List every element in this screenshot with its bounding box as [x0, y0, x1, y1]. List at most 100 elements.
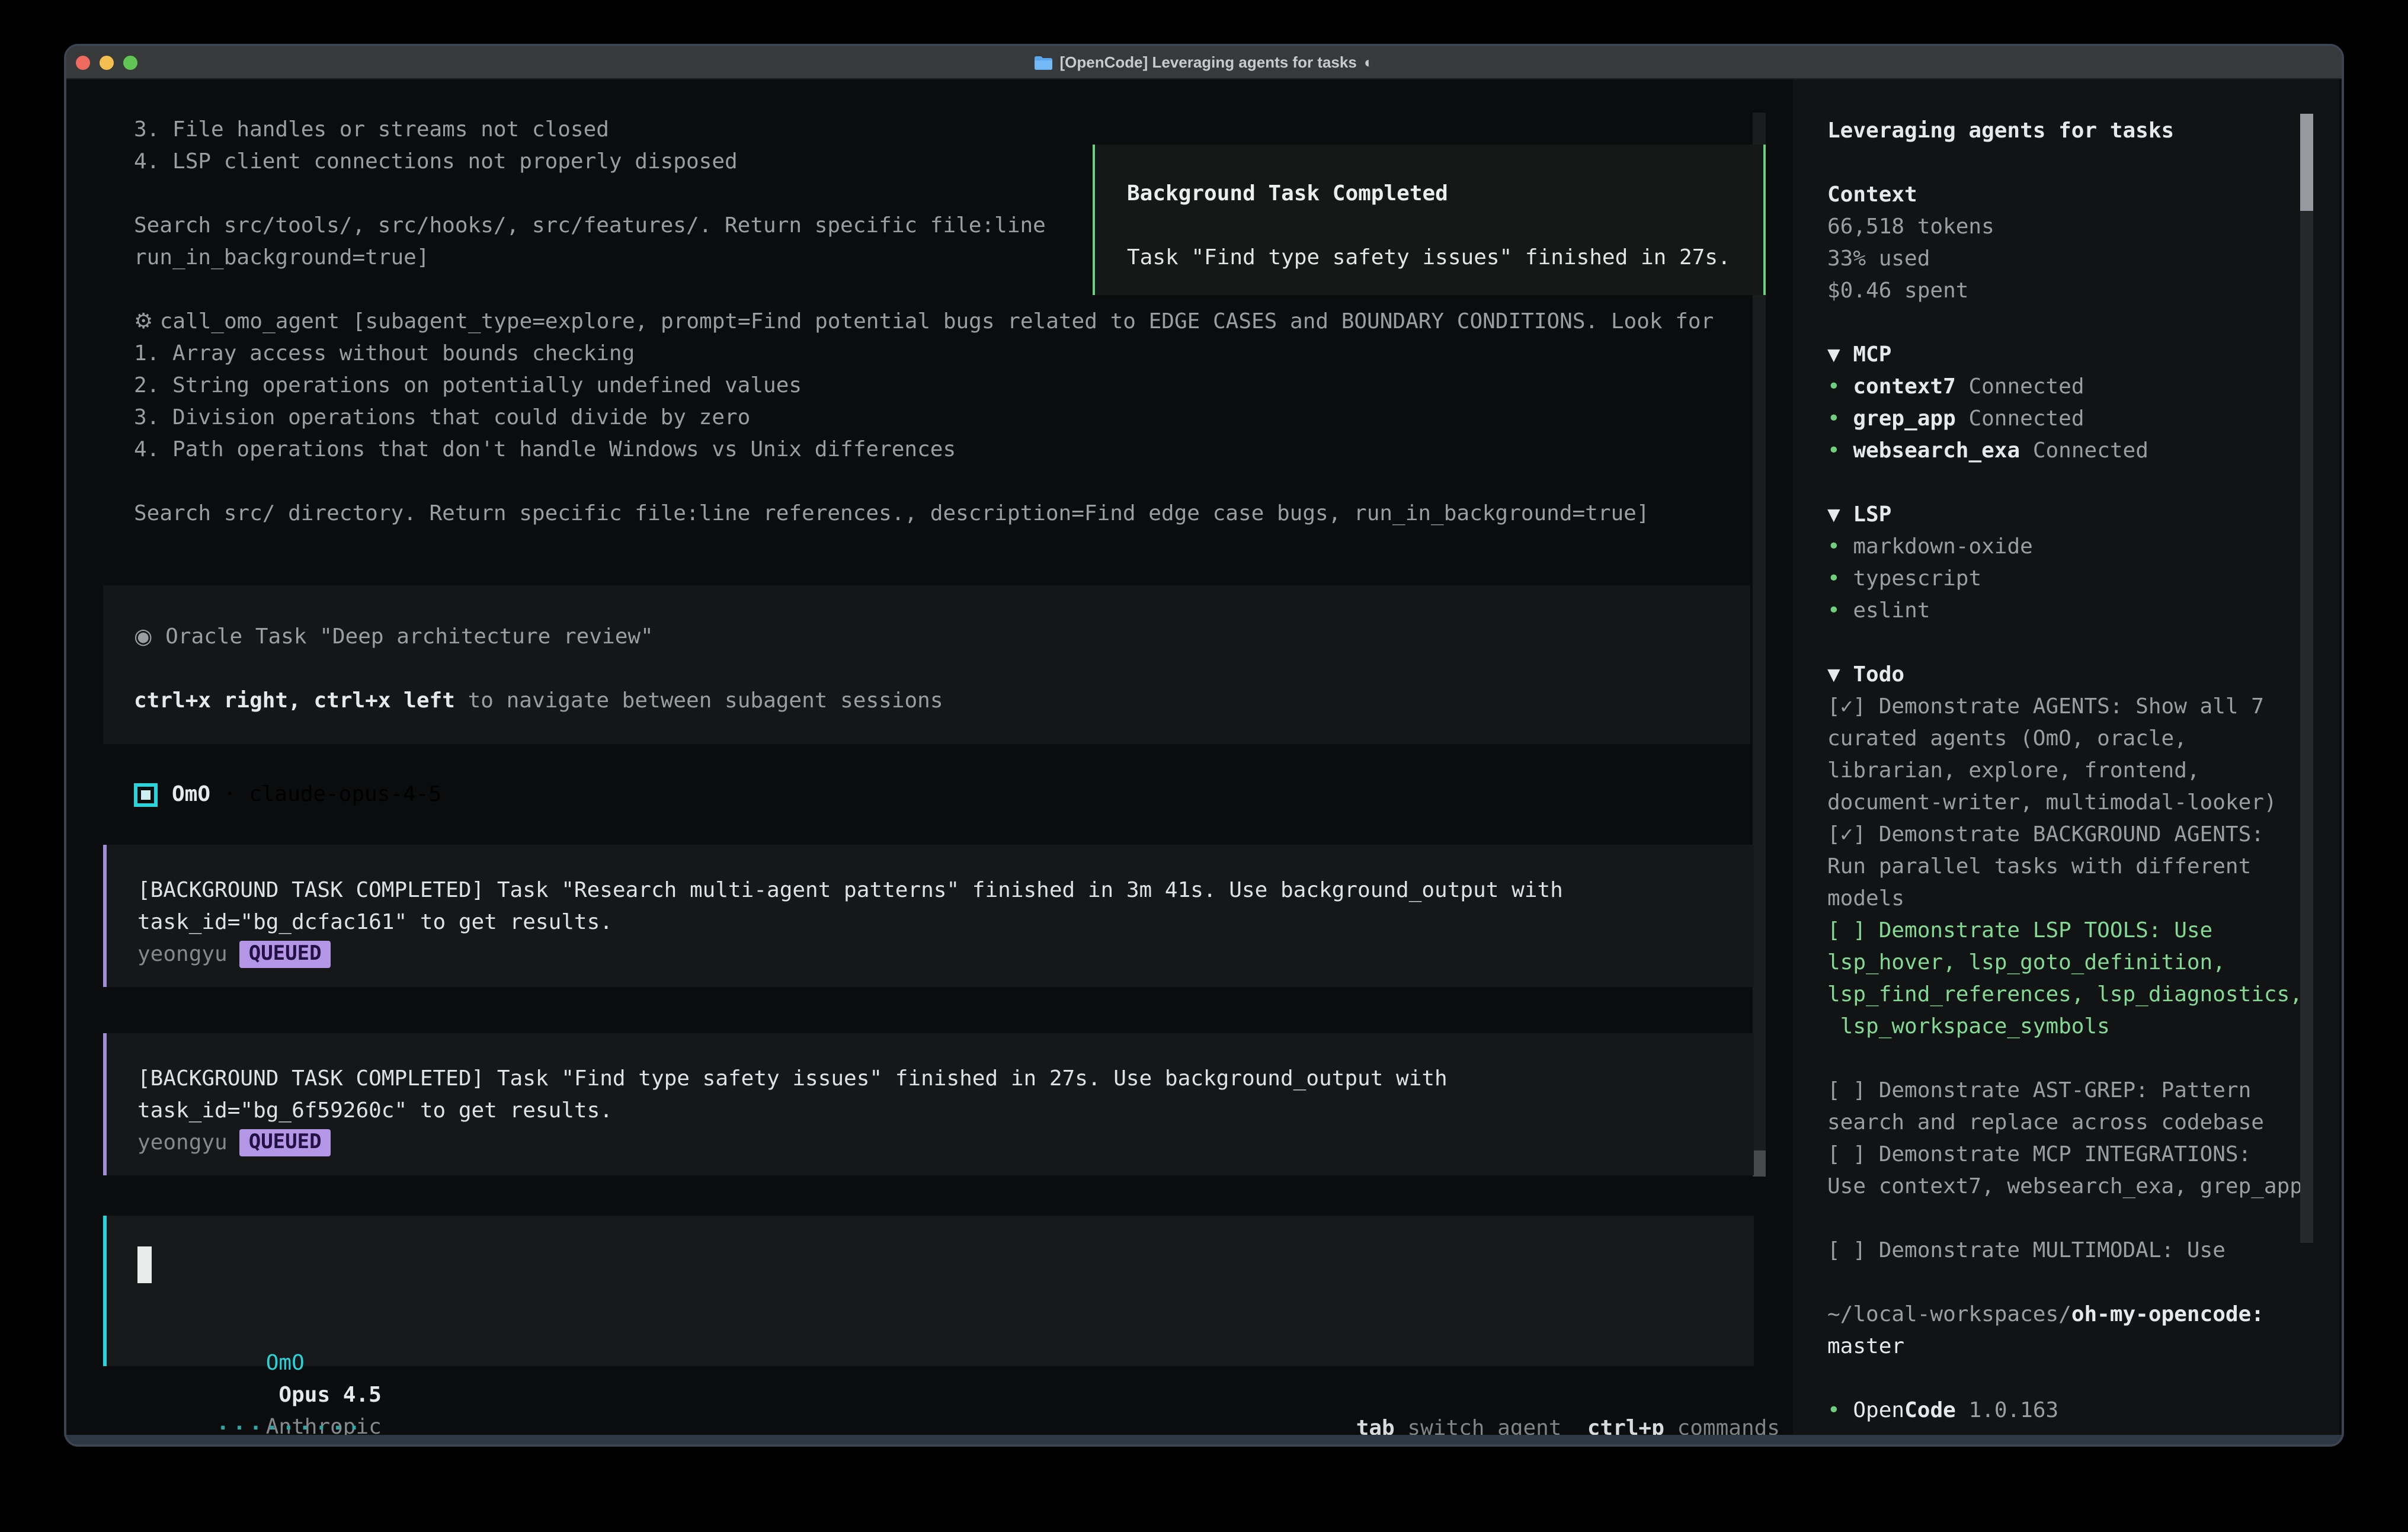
sidebar-line [1827, 1363, 2313, 1395]
sidebar-scrollbar[interactable] [2300, 114, 2313, 1243]
sidebar-line: curated agents (OmO, oracle, [1827, 723, 2313, 755]
chat-scrollbar-thumb[interactable] [1753, 1150, 1766, 1177]
text-segment: ▼ [1827, 342, 1853, 367]
text-segment: Context [1827, 182, 1917, 207]
sidebar-line [1827, 307, 2313, 339]
background-task-message-2: [BACKGROUND TASK COMPLETED] Task "Find t… [103, 1033, 1754, 1175]
sidebar-line [1827, 627, 2313, 659]
bullet-icon: • [1827, 598, 1853, 623]
sidebar-line: master [1827, 1331, 2313, 1363]
sidebar-line: lsp_hover, lsp_goto_definition, [1827, 947, 2313, 979]
text-segment: lsp_find_references, lsp_diagnostics, [1827, 982, 2303, 1007]
sidebar-line: ▼ LSP [1827, 499, 2313, 531]
text-segment: [✓] Demonstrate BACKGROUND AGENTS: [1827, 822, 2264, 847]
sidebar-line: Use context7, websearch_exa, grep_app [1827, 1171, 2313, 1203]
text-segment: ▼ [1827, 662, 1853, 687]
text-segment: Leveraging agents for tasks [1827, 118, 2174, 143]
text-segment: LSP [1853, 502, 1891, 527]
sidebar-line: 33% used [1827, 243, 2313, 275]
oracle-task-line: ◉ Oracle Task "Deep architecture review" [134, 621, 654, 653]
task-message-meta: yeongyu QUEUED [137, 1127, 331, 1159]
sidebar-line: [ ] Demonstrate AST-GREP: Pattern [1827, 1075, 2313, 1107]
log-line: 2. String operations on potentially unde… [134, 370, 1757, 402]
window-title-text: [OpenCode] Leveraging agents for tasks [1059, 53, 1356, 71]
task-message-meta: yeongyu QUEUED [137, 938, 331, 970]
text-segment: search and replace across codebase [1827, 1110, 2264, 1135]
background-task-message-1: [BACKGROUND TASK COMPLETED] Task "Resear… [103, 845, 1754, 987]
text-segment: grep_app [1853, 406, 1955, 431]
prompt-input[interactable]: OmO Opus 4.5 Anthropic [103, 1216, 1754, 1366]
sidebar-line: • websearch_exa Connected [1827, 435, 2313, 467]
text-segment: master [1827, 1334, 1904, 1359]
text-segment: [ ] Demonstrate LSP TOOLS: Use [1827, 918, 2212, 943]
text-segment: lsp_hover, lsp_goto_definition, [1827, 950, 2226, 975]
text-segment: 1.0.163 [1956, 1398, 2058, 1423]
separator: · [210, 782, 249, 807]
text-segment: markdown-oxide [1853, 534, 2032, 559]
sidebar-line [1827, 1203, 2313, 1235]
terminal-content: 3. File handles or streams not closed 4. … [69, 79, 2339, 1435]
text-segment: Run parallel tasks with different [1827, 854, 2251, 879]
subagent-nav-hint: ctrl+x right, ctrl+x left to navigate be… [134, 685, 943, 717]
task-message-line1: [BACKGROUND TASK COMPLETED] Task "Resear… [137, 874, 1563, 906]
background-task-notification: Background Task Completed Task "Find typ… [1093, 145, 1766, 295]
bullet-icon: • [1827, 566, 1853, 591]
text-segment: models [1827, 886, 1904, 911]
active-agent-label: OmO [266, 1351, 305, 1376]
window-bottom-edge [66, 1435, 2342, 1444]
text-segment: eslint [1853, 598, 1930, 623]
log-line: Search src/ directory. Return specific f… [134, 498, 1757, 530]
sidebar-scrollbar-thumb[interactable] [2300, 114, 2313, 211]
bullet-icon: • [1827, 406, 1853, 431]
sidebar-line: [✓] Demonstrate BACKGROUND AGENTS: [1827, 819, 2313, 851]
sidebar-line: 66,518 tokens [1827, 211, 2313, 243]
text-segment: Connected [1956, 406, 2084, 431]
terminal-window: [OpenCode] Leveraging agents for tasks ◐… [66, 46, 2342, 1444]
text-segment: [ ] Demonstrate MCP INTEGRATIONS: [1827, 1142, 2251, 1167]
text-segment: Use context7, websearch_exa, grep_app [1827, 1174, 2303, 1199]
sidebar-line: lsp_workspace_symbols [1827, 1011, 2313, 1043]
sidebar-line: document-writer, multimodal-looker) [1827, 787, 2313, 819]
session-sidebar: Leveraging agents for tasks Context 66,51… [1793, 79, 2339, 1436]
text-segment: Todo [1853, 662, 1904, 687]
task-message-line1: [BACKGROUND TASK COMPLETED] Task "Find t… [137, 1063, 1448, 1095]
task-user: yeongyu [137, 1127, 228, 1159]
titlebar: [OpenCode] Leveraging agents for tasks ◐ [66, 46, 2342, 79]
sidebar-line: • typescript [1827, 563, 2313, 595]
log-line: ⚙ call_omo_agent [subagent_type=explore,… [134, 306, 1757, 338]
task-message-line2: task_id="bg_dcfac161" to get results. [137, 906, 613, 938]
task-user: yeongyu [137, 938, 228, 970]
sidebar-content: Leveraging agents for tasks Context 66,51… [1827, 115, 2313, 1427]
bullet-icon: • [1827, 374, 1853, 399]
sidebar-line: [✓] Demonstrate AGENTS: Show all 7 [1827, 691, 2313, 723]
task-message-line2: task_id="bg_6f59260c" to get results. [137, 1095, 613, 1127]
agent-checkbox-icon [134, 783, 158, 806]
notification-body: Task "Find type safety issues" finished … [1127, 242, 1731, 274]
text-segment: oh-my-opencode: [2071, 1302, 2264, 1327]
bullet-icon: • [1827, 534, 1853, 559]
bullet-icon: • [1827, 1398, 1853, 1423]
text-segment: context7 [1853, 374, 1955, 399]
sidebar-line: [ ] Demonstrate LSP TOOLS: Use [1827, 915, 2313, 947]
sidebar-line: ▼ MCP [1827, 339, 2313, 371]
log-line: 3. File handles or streams not closed [134, 114, 1757, 146]
sidebar-line: librarian, explore, frontend, [1827, 755, 2313, 787]
sidebar-line [1827, 147, 2313, 179]
log-line: 1. Array access without bounds checking [134, 338, 1757, 370]
oracle-task-box: ◉ Oracle Task "Deep architecture review"… [103, 585, 1750, 744]
text-segment: Open [1853, 1398, 1904, 1423]
sidebar-line: ~/local-workspaces/oh-my-opencode: [1827, 1299, 2313, 1331]
text-segment: [ ] Demonstrate AST-GREP: Pattern [1827, 1078, 2251, 1103]
text-segment: lsp_workspace_symbols [1827, 1014, 2110, 1039]
queued-badge: QUEUED [239, 1129, 331, 1156]
screen: [OpenCode] Leveraging agents for tasks ◐… [0, 0, 2408, 1532]
fisheye-icon: ◉ [134, 624, 152, 649]
text-segment: 66,518 tokens [1827, 214, 1994, 239]
sidebar-line: Context [1827, 179, 2313, 211]
log-line: 4. Path operations that don't handle Win… [134, 434, 1757, 466]
sidebar-line: ▼ Todo [1827, 659, 2313, 691]
sidebar-line [1827, 467, 2313, 499]
bullet-icon: • [1827, 438, 1853, 463]
sidebar-line: $0.46 spent [1827, 275, 2313, 307]
sidebar-line [1827, 1267, 2313, 1299]
